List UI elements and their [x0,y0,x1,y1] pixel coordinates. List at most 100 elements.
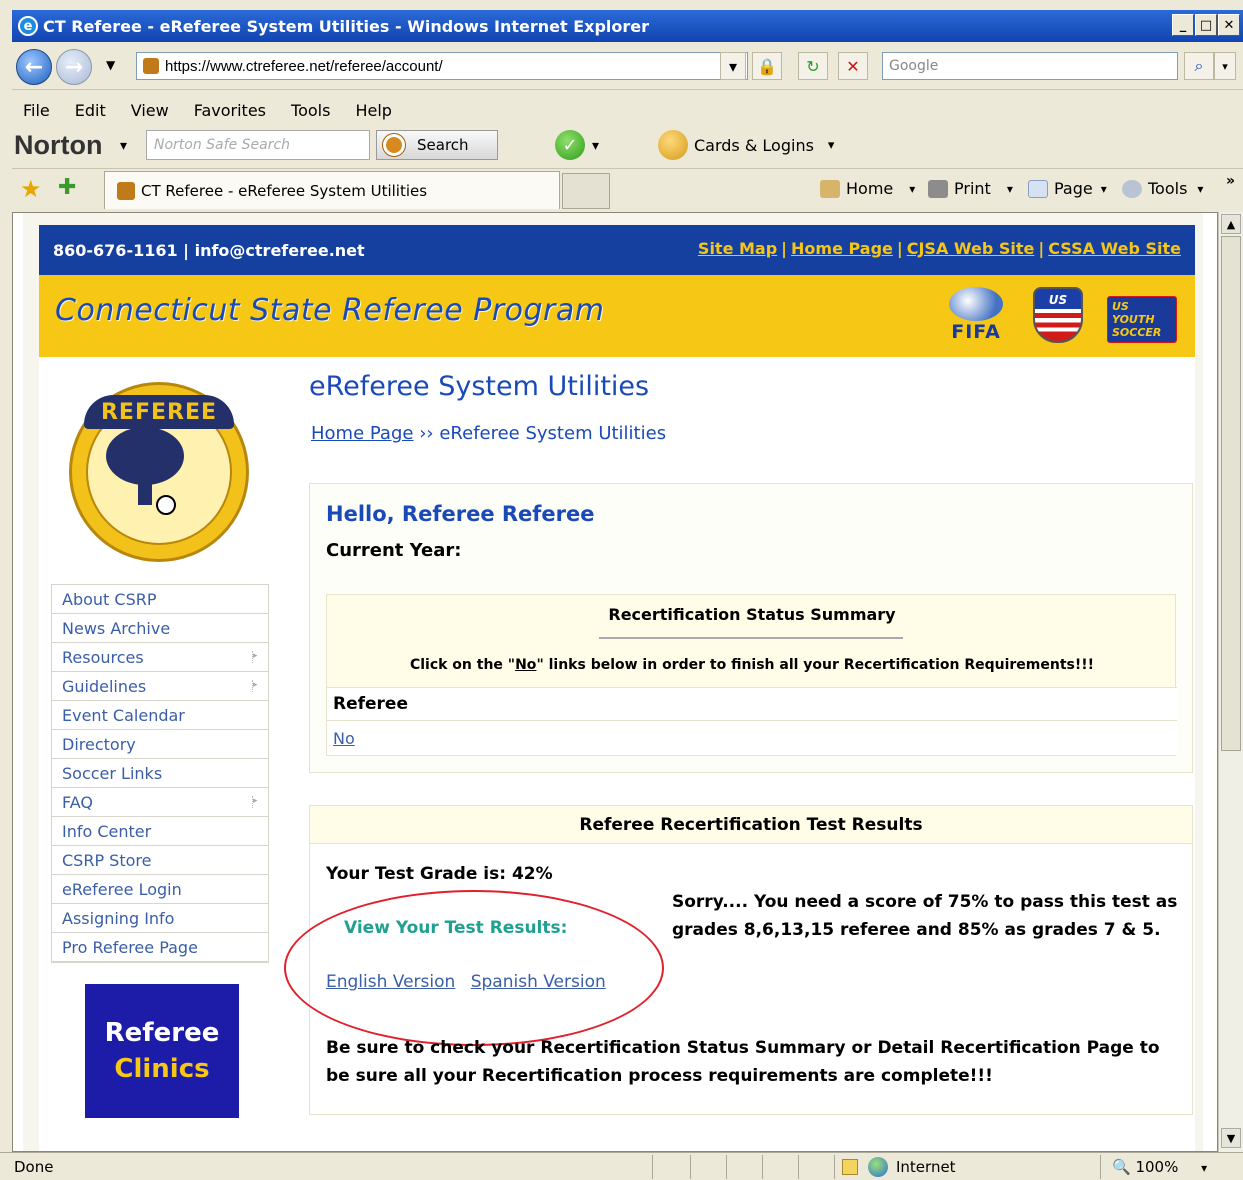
page-icon [1028,179,1048,198]
norton-logo[interactable]: Norton [14,130,102,161]
address-bar[interactable]: https://www.ctreferee.net/referee/accoun… [136,52,748,80]
link-separator: | [1038,239,1045,258]
sidebar-item-label: Event Calendar [62,705,185,725]
tools-gear-icon [1122,179,1142,198]
side-navigation: About CSRP News Archive Resources ▸ Guidelin… [51,584,269,963]
zoom-control[interactable]: 🔍 100% ▾ [1112,1158,1207,1176]
fifa-logo-text: FIFA [951,321,1001,343]
link-home-page[interactable]: Home Page [791,239,893,258]
stop-icon[interactable]: ✕ [838,52,868,80]
chevron-more-icon[interactable]: » [1226,173,1235,189]
print-command[interactable]: Print ▾ [928,179,1013,198]
sidebar-item-ereferee-login[interactable]: eReferee Login [52,875,268,904]
internet-explorer-icon: e [18,16,38,36]
page-dropdown-icon: ▾ [1100,181,1107,196]
forward-button[interactable]: → [56,49,92,85]
norton-search-label: Search [417,136,469,154]
site-favicon [143,58,159,74]
new-tab-button[interactable] [562,173,610,209]
sidebar-item-about-csrp[interactable]: About CSRP [52,585,268,614]
english-version-link[interactable]: English Version [326,972,455,992]
norton-status-check-icon[interactable]: ✓ [555,130,585,160]
sidebar-item-news-archive[interactable]: News Archive [52,614,268,643]
referee-program-seal[interactable]: REFEREE [69,382,249,562]
us-soccer-logo[interactable]: US [1033,285,1083,343]
fifa-logo[interactable]: FIFA [949,285,1003,343]
us-youth-soccer-logo[interactable]: US YOUTH SOCCER [1107,285,1177,343]
title-bar: e CT Referee - eReferee System Utilities… [12,10,1243,42]
tab-current[interactable]: CT Referee - eReferee System Utilities [104,171,560,209]
menu-help[interactable]: Help [355,101,391,120]
sidebar-item-event-calendar[interactable]: Event Calendar [52,701,268,730]
menu-edit[interactable]: Edit [75,101,106,120]
recert-status-no-link[interactable]: No [333,729,355,748]
refresh-icon[interactable]: ↻ [798,52,828,80]
sidebar-item-csrp-store[interactable]: CSRP Store [52,846,268,875]
menu-file[interactable]: File [23,101,50,120]
breadcrumb-current: eReferee System Utilities [439,423,667,444]
norton-search-input[interactable]: Norton Safe Search [146,130,370,160]
print-label: Print [954,179,991,198]
link-site-map[interactable]: Site Map [698,239,777,258]
norton-status-dropdown-icon[interactable]: ▾ [592,138,599,154]
soccer-ball-icon [156,495,176,515]
vertical-scrollbar[interactable]: ▲ ▼ [1218,212,1243,1152]
cards-logins-button[interactable]: Cards & Logins ▾ [658,130,834,160]
scroll-up-icon[interactable]: ▲ [1221,214,1241,234]
norton-dropdown-icon[interactable]: ▾ [120,138,127,154]
maximize-button[interactable]: □ [1195,14,1217,36]
history-dropdown-icon[interactable]: ▼ [106,58,115,72]
back-button[interactable]: ← [16,49,52,85]
test-results-header: Referee Recertification Test Results [310,806,1192,844]
status-pane [1100,1155,1101,1179]
scrollbar-thumb[interactable] [1221,236,1241,751]
tools-dropdown-icon: ▾ [1197,181,1204,196]
minimize-button[interactable]: _ [1172,14,1194,36]
sidebar-item-assigning-info[interactable]: Assigning Info [52,904,268,933]
menu-view[interactable]: View [131,101,169,120]
sidebar-item-guidelines[interactable]: Guidelines ▸ [52,672,268,701]
tools-command[interactable]: Tools ▾ [1122,179,1203,198]
sidebar-item-directory[interactable]: Directory [52,730,268,759]
sidebar-item-faq[interactable]: FAQ ▸ [52,788,268,817]
scroll-down-icon[interactable]: ▼ [1221,1128,1241,1148]
referee-clinics-banner[interactable]: Referee Clinics [85,984,239,1118]
favorites-star-icon[interactable]: ★ [20,175,42,203]
page-command[interactable]: Page ▾ [1028,179,1107,198]
lock-icon[interactable]: 🔒 [752,52,782,80]
link-cssa[interactable]: CSSA Web Site [1048,239,1181,258]
tab-favicon [117,181,135,200]
add-favorite-icon[interactable]: ✚ [58,175,76,200]
sidebar-item-soccer-links[interactable]: Soccer Links [52,759,268,788]
spanish-version-link[interactable]: Spanish Version [471,972,606,992]
page-title: eReferee System Utilities [309,371,650,402]
menu-favorites[interactable]: Favorites [194,101,266,120]
page-label: Page [1054,179,1093,198]
menu-tools[interactable]: Tools [291,101,330,120]
address-dropdown-icon[interactable]: ▾ [720,52,746,80]
link-cjsa[interactable]: CJSA Web Site [907,239,1035,258]
sidebar-item-resources[interactable]: Resources ▸ [52,643,268,672]
security-zone[interactable]: Internet [842,1157,956,1177]
sidebar-item-info-center[interactable]: Info Center [52,817,268,846]
recert-note-no-link[interactable]: No [515,657,536,673]
breadcrumb-home[interactable]: Home Page [311,423,413,444]
close-button[interactable]: ✕ [1218,14,1240,36]
home-dropdown-icon: ▾ [909,181,916,196]
clinics-line-1: Referee [104,1018,220,1048]
search-options-icon[interactable]: ▾ [1214,52,1236,80]
site-banner: Connecticut State Referee Program FIFA U… [39,275,1195,357]
window-title: CT Referee - eReferee System Utilities -… [43,16,650,36]
seal-ribbon: REFEREE [84,395,234,429]
internet-globe-icon [868,1157,888,1177]
test-results-panel: Referee Recertification Test Results You… [284,805,1193,1115]
sidebar-item-pro-referee-page[interactable]: Pro Referee Page [52,933,268,962]
us-youth-soccer-logo-text: US YOUTH SOCCER [1107,296,1177,343]
norton-search-button[interactable]: Search [376,130,498,160]
recert-summary-title: Recertification Status Summary [608,605,896,624]
search-icon[interactable]: ⌕ [1184,52,1214,80]
search-box[interactable]: Google [882,52,1178,80]
home-command[interactable]: Home ▾ [820,179,915,198]
left-sidebar: REFEREE About CSRP News Archive Resources ▸… [39,357,297,1151]
link-separator: | [781,239,788,258]
